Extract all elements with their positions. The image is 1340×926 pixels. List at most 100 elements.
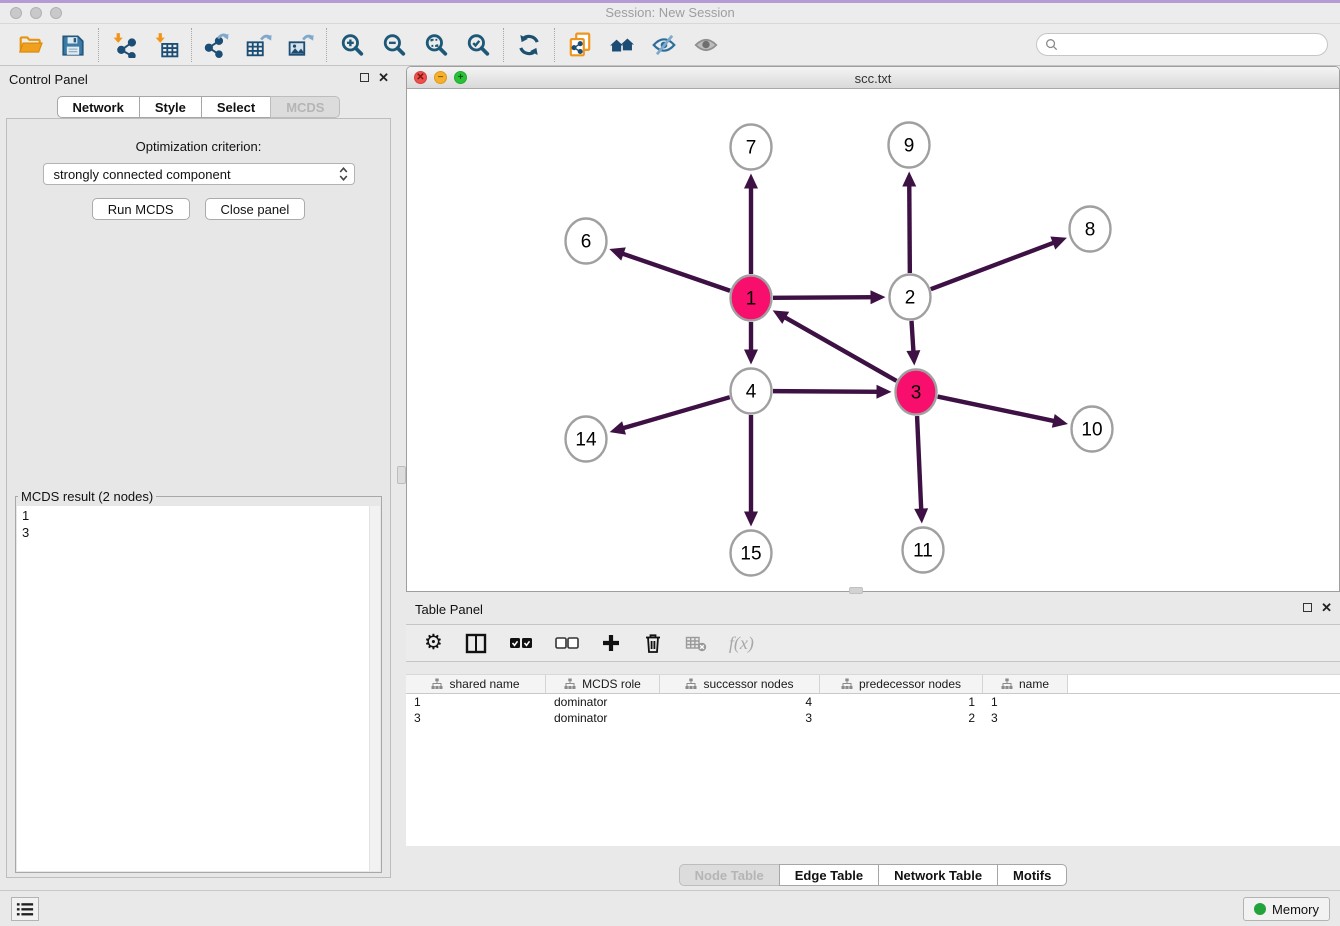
graph-node-10[interactable]: 10 (1072, 407, 1113, 452)
tab-network[interactable]: Network (57, 96, 140, 118)
svg-text:11: 11 (913, 541, 933, 562)
toolbar-separator (503, 28, 504, 62)
table-cell: 2 (820, 710, 983, 726)
graph-edge-3-10[interactable] (938, 397, 1068, 428)
graph-edge-1-7[interactable] (744, 174, 758, 275)
network-window-titlebar[interactable]: ✕ − + scc.txt (407, 67, 1339, 89)
run-mcds-button[interactable]: Run MCDS (92, 198, 190, 220)
edit-column-icon (564, 678, 576, 690)
tab-select[interactable]: Select (201, 96, 271, 118)
graph-node-8[interactable]: 8 (1070, 207, 1111, 252)
splitter-grip-horizontal[interactable] (849, 587, 863, 594)
task-history-button[interactable] (11, 897, 39, 921)
graph-edge-1-4[interactable] (744, 322, 758, 365)
delete-table-icon[interactable] (685, 631, 707, 655)
graph-edge-3-11[interactable] (914, 416, 928, 524)
tab-motifs[interactable]: Motifs (997, 864, 1067, 886)
graph-edge-1-2[interactable] (773, 290, 886, 304)
zoom-in-icon[interactable] (331, 28, 373, 62)
graph-edge-3-1[interactable] (773, 310, 897, 381)
zoom-out-icon[interactable] (373, 28, 415, 62)
tab-mcds[interactable]: MCDS (270, 96, 340, 118)
deselect-all-icon[interactable] (555, 631, 579, 655)
tab-node-table[interactable]: Node Table (679, 864, 780, 886)
graph-node-1[interactable]: 1 (731, 276, 772, 321)
export-network-icon[interactable] (196, 28, 238, 62)
show-hidden-icon[interactable] (685, 28, 727, 62)
table-panel: Table Panel ✕ ⚙ (406, 596, 1340, 890)
svg-text:4: 4 (746, 382, 757, 403)
graph-edge-2-3[interactable] (906, 321, 920, 366)
table-cell: dominator (546, 710, 660, 726)
export-image-icon[interactable] (280, 28, 322, 62)
tab-network-table[interactable]: Network Table (878, 864, 998, 886)
edit-column-icon (841, 678, 853, 690)
close-panel-button[interactable]: Close panel (205, 198, 306, 220)
duplicate-network-icon[interactable] (559, 28, 601, 62)
screen-top-strip (0, 0, 1340, 3)
select-all-icon[interactable] (509, 631, 533, 655)
graph-node-15[interactable]: 15 (731, 531, 772, 576)
column-header-shared-name[interactable]: shared name (406, 675, 546, 693)
close-panel-icon[interactable]: ✕ (1321, 602, 1332, 613)
import-network-icon[interactable] (103, 28, 145, 62)
graph-node-6[interactable]: 6 (566, 219, 607, 264)
graph-edge-4-3[interactable] (773, 385, 892, 399)
graph-node-7[interactable]: 7 (731, 125, 772, 170)
column-header-predecessor-nodes[interactable]: predecessor nodes (820, 675, 983, 693)
split-panel-icon[interactable] (465, 631, 487, 655)
float-panel-icon[interactable] (360, 73, 369, 82)
table-toolbar: ⚙ f(x) (406, 624, 1340, 662)
tab-style[interactable]: Style (139, 96, 202, 118)
zoom-selected-icon[interactable] (457, 28, 499, 62)
graph-node-4[interactable]: 4 (731, 369, 772, 414)
refresh-icon[interactable] (508, 28, 550, 62)
hide-selected-icon[interactable] (643, 28, 685, 62)
graph-node-11[interactable]: 11 (903, 528, 944, 573)
graph-node-9[interactable]: 9 (889, 123, 930, 168)
splitter-grip-vertical[interactable] (397, 466, 406, 484)
search-field[interactable] (1036, 33, 1328, 56)
graph-node-2[interactable]: 2 (890, 275, 931, 320)
control-panel: Control Panel ✕ NetworkStyleSelectMCDS O… (0, 66, 397, 890)
delete-column-icon[interactable] (643, 631, 663, 655)
table-row[interactable]: 3dominator323 (406, 710, 1340, 726)
graph-edge-4-15[interactable] (744, 415, 758, 527)
app-title: Session: New Session (0, 5, 1340, 20)
column-header-successor-nodes[interactable]: successor nodes (660, 675, 820, 693)
mcds-result-area[interactable]: 1 3 (17, 506, 380, 871)
memory-status-icon (1254, 903, 1266, 915)
memory-button[interactable]: Memory (1243, 897, 1330, 921)
settings-gear-icon[interactable]: ⚙ (424, 631, 443, 655)
result-scrollbar[interactable] (369, 506, 380, 871)
save-session-icon[interactable] (52, 28, 94, 62)
first-neighbors-icon[interactable] (601, 28, 643, 62)
graph-edge-2-9[interactable] (902, 171, 916, 273)
import-table-icon[interactable] (145, 28, 187, 62)
close-panel-icon[interactable]: ✕ (378, 72, 389, 83)
network-canvas[interactable]: 7 9 6 8 1 2 4 3 14 10 15 11 (407, 89, 1339, 591)
table-cell: 3 (983, 710, 1068, 726)
tab-edge-table[interactable]: Edge Table (779, 864, 879, 886)
column-header-name[interactable]: name (983, 675, 1068, 693)
zoom-fit-icon[interactable] (415, 28, 457, 62)
toolbar-separator (191, 28, 192, 62)
criterion-dropdown[interactable]: strongly connected component (43, 163, 355, 185)
table-row[interactable]: 1dominator411 (406, 694, 1340, 710)
add-column-icon[interactable] (601, 631, 621, 655)
mcds-panel: Optimization criterion: strongly connect… (6, 118, 391, 878)
graph-edge-2-8[interactable] (931, 236, 1067, 289)
graph-edge-4-14[interactable] (610, 397, 730, 434)
column-header-MCDS-role[interactable]: MCDS role (546, 675, 660, 693)
graph-node-14[interactable]: 14 (566, 417, 607, 462)
export-table-icon[interactable] (238, 28, 280, 62)
search-input[interactable] (1058, 38, 1327, 52)
svg-text:9: 9 (904, 136, 915, 157)
graph-node-3[interactable]: 3 (896, 370, 937, 415)
table-header-row: shared nameMCDS rolesuccessor nodesprede… (406, 674, 1340, 694)
open-file-icon[interactable] (10, 28, 52, 62)
float-panel-icon[interactable] (1303, 603, 1312, 612)
function-builder-icon[interactable]: f(x) (729, 631, 754, 655)
graph-edge-1-6[interactable] (609, 247, 730, 290)
node-table[interactable]: shared nameMCDS rolesuccessor nodesprede… (406, 674, 1340, 846)
